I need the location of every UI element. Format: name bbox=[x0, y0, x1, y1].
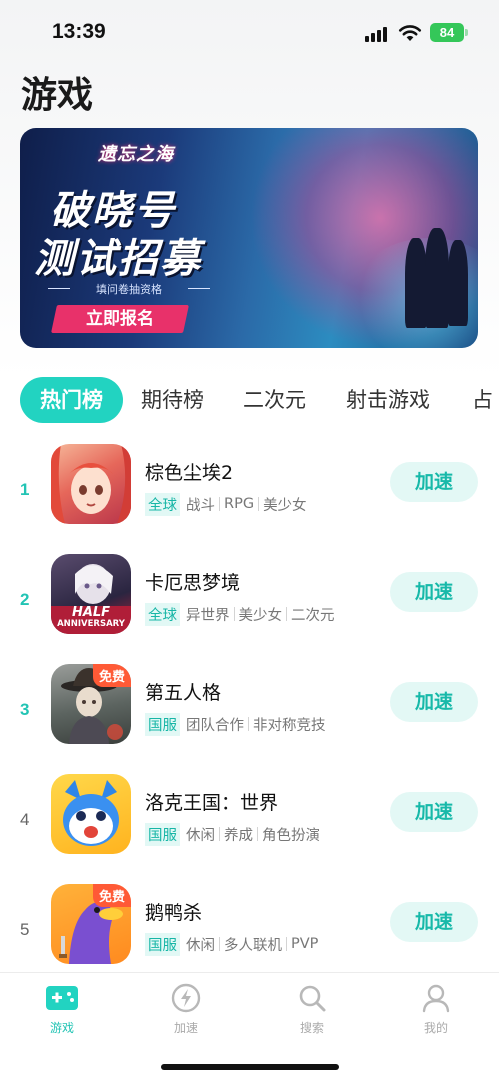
free-badge: 免费 bbox=[92, 664, 131, 687]
tag: 多人联机 bbox=[224, 937, 282, 954]
person-icon bbox=[422, 984, 450, 1013]
game-tags: 国服 团队合作 非对称竞技 bbox=[145, 712, 326, 736]
tag: 养成 bbox=[224, 827, 253, 844]
battery-icon: 84 bbox=[430, 23, 464, 42]
nav-label: 游戏 bbox=[49, 1021, 74, 1035]
tag-divider bbox=[258, 497, 260, 511]
icon-caption: ANNIVERSARY bbox=[57, 619, 125, 629]
banner-character bbox=[425, 228, 449, 328]
tag-divider bbox=[219, 497, 220, 511]
game-row[interactable]: 1 棕色尘埃2 全球 战斗 RPG 美少女 加速 bbox=[0, 444, 499, 554]
game-name: 第五人格 bbox=[145, 682, 222, 704]
icon-caption: HALF bbox=[71, 605, 111, 620]
tag-divider bbox=[233, 607, 235, 621]
tab-anime[interactable]: 二次元 bbox=[243, 377, 306, 423]
tag: 战斗 bbox=[186, 497, 215, 514]
anime-girl-icon bbox=[51, 444, 131, 524]
accelerate-button[interactable]: 加速 bbox=[390, 572, 478, 612]
game-row[interactable]: 4 洛克王国：世界 国服 休闲 养成 角色扮演 加速 bbox=[0, 774, 499, 884]
nav-games[interactable]: 游戏 bbox=[22, 983, 102, 1036]
tag: RPG bbox=[224, 496, 255, 512]
game-row[interactable]: 3 免费 第五人格 国服 团队合作 非对称竞技 加速 bbox=[0, 664, 499, 774]
game-name: 卡厄思梦境 bbox=[145, 572, 241, 594]
accelerate-button[interactable]: 加速 bbox=[390, 462, 478, 502]
tag-divider bbox=[248, 717, 249, 731]
status-bar: 13:39 84 bbox=[0, 0, 499, 60]
home-indicator[interactable] bbox=[161, 1064, 339, 1070]
region-badge: 国服 bbox=[145, 932, 180, 956]
game-icon[interactable] bbox=[51, 774, 131, 854]
rank-number: 4 bbox=[20, 810, 30, 829]
game-tags: 全球 异世界 美少女 二次元 bbox=[145, 602, 335, 626]
battery-tip bbox=[465, 29, 468, 36]
tab-shooter[interactable]: 射击游戏 bbox=[346, 377, 430, 423]
tag: PVP bbox=[291, 936, 319, 952]
region-badge: 全球 bbox=[145, 492, 180, 516]
region-badge: 国服 bbox=[145, 822, 180, 846]
game-icon[interactable] bbox=[51, 444, 131, 524]
tab-anticipated[interactable]: 期待榜 bbox=[141, 377, 204, 423]
game-tags: 全球 战斗 RPG 美少女 bbox=[145, 492, 307, 516]
tag: 休闲 bbox=[186, 937, 215, 954]
tab-hot[interactable]: 热门榜 bbox=[20, 377, 123, 423]
nav-label: 我的 bbox=[423, 1021, 448, 1035]
accelerate-button[interactable]: 加速 bbox=[390, 902, 478, 942]
nav-label: 搜索 bbox=[299, 1021, 324, 1035]
tag: 美少女 bbox=[263, 497, 307, 514]
accelerate-button[interactable]: 加速 bbox=[390, 682, 478, 722]
game-tags: 国服 休闲 养成 角色扮演 bbox=[145, 822, 320, 846]
game-name: 洛克王国：世界 bbox=[145, 792, 279, 814]
page-title: 游戏 bbox=[21, 75, 94, 116]
tag: 二次元 bbox=[291, 607, 335, 624]
tag: 美少女 bbox=[238, 607, 283, 624]
rank-number: 3 bbox=[20, 700, 30, 719]
accelerate-button[interactable]: 加速 bbox=[390, 792, 478, 832]
tag: 异世界 bbox=[186, 607, 230, 624]
banner-character bbox=[405, 238, 427, 328]
game-name: 鹅鸭杀 bbox=[145, 902, 203, 924]
game-name: 棕色尘埃2 bbox=[145, 462, 234, 484]
status-time: 13:39 bbox=[52, 20, 106, 43]
wifi-icon bbox=[398, 25, 422, 41]
category-tabs: 热门榜 期待榜 二次元 射击游戏 占 bbox=[20, 377, 499, 423]
gamepad-icon bbox=[46, 986, 78, 1010]
banner-signup-label: 立即报名 bbox=[86, 309, 154, 329]
tag-divider bbox=[257, 827, 258, 841]
tag-divider bbox=[286, 937, 287, 951]
banner-subtitle: 填问卷抽资格 bbox=[48, 281, 210, 297]
mascot-icon bbox=[63, 780, 119, 846]
game-row[interactable]: 2 HALF ANNIVERSARY 卡厄思梦境 全球 异世界 美少女 二次元 … bbox=[0, 554, 499, 664]
game-tags: 国服 休闲 多人联机 PVP bbox=[145, 932, 319, 956]
search-icon bbox=[299, 985, 326, 1012]
banner-character bbox=[448, 240, 468, 326]
game-icon[interactable]: 免费 bbox=[51, 884, 131, 964]
banner-game-logo: 遗忘之海 bbox=[98, 144, 174, 165]
region-badge: 国服 bbox=[145, 712, 180, 736]
nav-search[interactable]: 搜索 bbox=[272, 983, 352, 1036]
tag: 角色扮演 bbox=[262, 827, 320, 844]
signal-icon bbox=[365, 26, 389, 42]
tag-divider bbox=[219, 827, 220, 841]
game-icon[interactable]: HALF ANNIVERSARY bbox=[51, 554, 131, 634]
tag: 休闲 bbox=[186, 827, 215, 844]
tab-partial[interactable]: 占 bbox=[472, 377, 493, 423]
region-badge: 全球 bbox=[145, 602, 180, 626]
banner-signup-button[interactable]: 立即报名 bbox=[51, 305, 189, 333]
rank-number: 2 bbox=[20, 590, 30, 609]
tag-divider bbox=[286, 607, 287, 621]
game-icon[interactable]: 免费 bbox=[51, 664, 131, 744]
tag-divider bbox=[219, 937, 220, 951]
nav-profile[interactable]: 我的 bbox=[396, 983, 476, 1036]
nav-accelerate[interactable]: 加速 bbox=[146, 983, 226, 1036]
lightning-icon bbox=[171, 983, 201, 1013]
free-badge: 免费 bbox=[92, 884, 131, 907]
rank-number: 5 bbox=[20, 920, 30, 939]
nav-label: 加速 bbox=[173, 1021, 198, 1035]
banner-headline-2: 测试招募 bbox=[34, 236, 202, 282]
rank-number: 1 bbox=[20, 480, 30, 499]
tag: 团队合作 bbox=[186, 717, 244, 734]
promo-banner[interactable]: 遗忘之海 破晓号 测试招募 填问卷抽资格 立即报名 bbox=[20, 128, 478, 348]
tag: 非对称竞技 bbox=[253, 717, 326, 734]
